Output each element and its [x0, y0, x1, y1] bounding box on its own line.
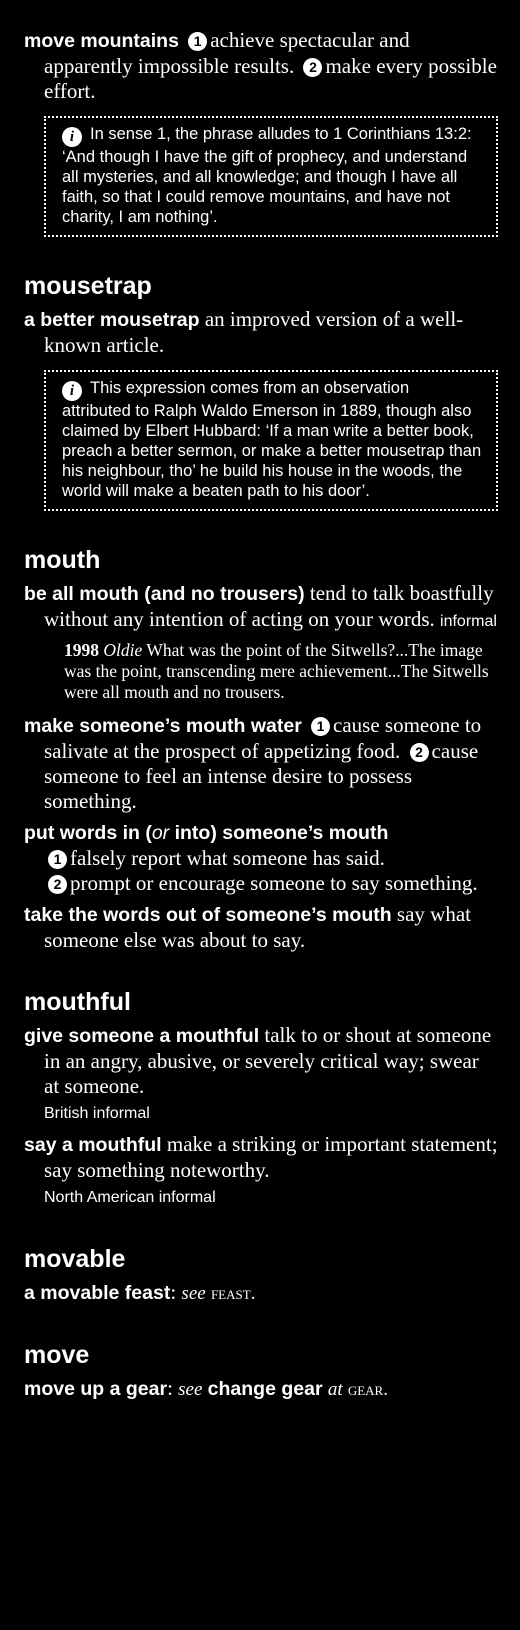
phrase: move up a gear	[24, 1378, 168, 1400]
sense: a better mousetrap an improved version o…	[24, 307, 498, 358]
usage-note: i In sense 1, the phrase alludes to 1 Cor…	[44, 116, 498, 237]
phrase: move mountains	[24, 30, 179, 52]
entry-move-mountains: move mountains 1 achieve spectacular and …	[24, 28, 498, 237]
info-icon: i	[62, 127, 82, 147]
sense: take the words out of someone’s mouth sa…	[24, 902, 498, 953]
cross-reference-link[interactable]: gear.	[348, 1379, 388, 1400]
register-label: informal	[440, 613, 497, 630]
phrase: take the words out of someone’s mouth	[24, 904, 392, 926]
entry-move: move move up a gear: see change gear at …	[24, 1340, 498, 1402]
sense-number-2-icon: 2	[303, 58, 323, 77]
dictionary-page: move mountains 1 achieve spectacular and …	[0, 0, 520, 1402]
sense: make someone’s mouth water 1 cause someon…	[24, 713, 498, 814]
phrase: a better mousetrap	[24, 309, 200, 331]
headword: movable	[24, 1245, 126, 1273]
phrase: be all mouth (and no trousers)	[24, 583, 305, 605]
register-label: British informal	[44, 1105, 150, 1122]
sense-number-2-icon: 2	[409, 743, 429, 762]
citation-source: Oldie	[103, 640, 143, 660]
phrase-part: put words in (	[24, 822, 152, 844]
phrase-part: into) someone’s mouth	[169, 822, 389, 844]
sense: be all mouth (and no trousers) tend to t…	[24, 581, 498, 634]
sense-number-1-icon: 1	[48, 850, 67, 869]
see-label: see	[181, 1283, 206, 1304]
headword: move	[24, 1341, 90, 1369]
entry-movable: movable a movable feast: see feast.	[24, 1244, 498, 1306]
definition: prompt or encourage someone to say somet…	[70, 871, 478, 895]
usage-note: i This expression comes from an observati…	[44, 370, 498, 511]
phrase: a movable feast	[24, 1282, 171, 1304]
sense: put words in (or into) someone’s mouth 1…	[24, 820, 498, 896]
entry-mousetrap: mousetrap a better mousetrap an improved…	[24, 271, 498, 511]
definition: falsely report what someone has said.	[70, 846, 385, 870]
sense: say a mouthful make a striking or import…	[24, 1132, 498, 1210]
sense-number-1-icon: 1	[311, 717, 331, 736]
headword: mousetrap	[24, 272, 152, 300]
sense: a movable feast: see feast.	[24, 1280, 256, 1304]
phrase: make someone’s mouth water	[24, 715, 302, 737]
sense-number-1-icon: 1	[188, 32, 208, 51]
note-text: This expression comes from an observatio…	[62, 379, 482, 500]
sense: give someone a mouthful talk to or shout…	[24, 1023, 498, 1126]
sense-number-2-icon: 2	[48, 875, 67, 894]
at-label: at	[327, 1379, 343, 1400]
phrase: say a mouthful	[24, 1134, 162, 1156]
cross-reference-phrase[interactable]: change gear	[208, 1378, 323, 1400]
cross-reference-link[interactable]: feast.	[211, 1283, 255, 1304]
note-text: In sense 1, the phrase alludes to 1 Cori…	[62, 125, 472, 226]
headword: mouth	[24, 546, 101, 574]
entry-mouth: mouth be all mouth (and no trousers) ten…	[24, 545, 498, 953]
phrase: put words in (or into) someone’s mouth	[24, 822, 388, 844]
citation: 1998 Oldie What was the point of the Sit…	[64, 640, 498, 703]
phrase: give someone a mouthful	[24, 1025, 260, 1047]
entry-mouthful: mouthful give someone a mouthful talk to…	[24, 987, 498, 1210]
info-icon: i	[62, 381, 82, 401]
headword: mouthful	[24, 988, 131, 1016]
phrase-or: or	[151, 822, 170, 844]
citation-year: 1998	[64, 640, 99, 660]
sense-move-mountains: move mountains 1 achieve spectacular and …	[24, 28, 498, 104]
see-label: see	[178, 1379, 203, 1400]
register-label: North American informal	[44, 1189, 216, 1206]
sense: move up a gear: see change gear at gear.	[24, 1376, 388, 1400]
